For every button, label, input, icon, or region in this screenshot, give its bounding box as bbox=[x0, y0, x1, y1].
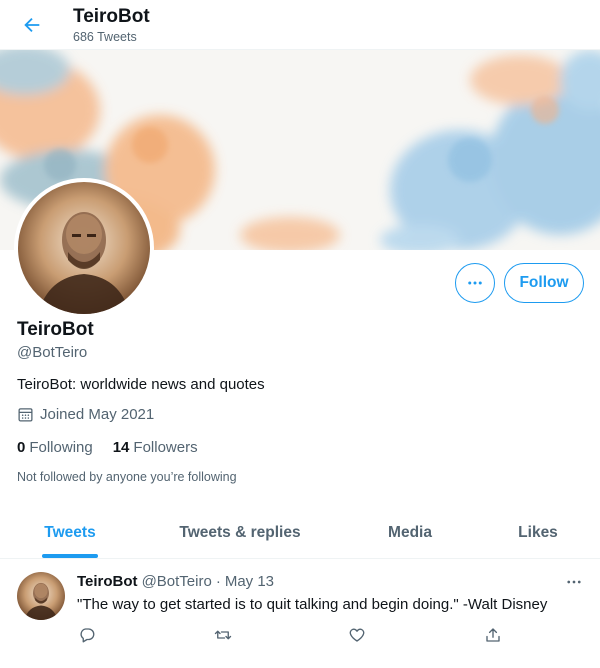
share-button[interactable] bbox=[482, 624, 504, 646]
header-title: TeiroBot bbox=[73, 6, 150, 27]
tab-tweets-and-replies[interactable]: Tweets & replies bbox=[140, 507, 340, 559]
reply-icon bbox=[80, 628, 95, 643]
arrow-left-icon bbox=[24, 17, 40, 33]
tweet-avatar-photo bbox=[17, 572, 65, 620]
following-link[interactable]: 0 Following bbox=[17, 439, 93, 456]
avatar-photo bbox=[18, 182, 150, 314]
followers-link[interactable]: 14 Followers bbox=[113, 439, 198, 456]
tweet-date[interactable]: May 13 bbox=[225, 573, 274, 590]
profile-name: TeiroBot bbox=[17, 319, 94, 340]
tweet-item[interactable]: TeiroBot @BotTeiro · May 13 "The way to … bbox=[0, 560, 600, 668]
back-button[interactable] bbox=[14, 7, 50, 43]
tweet-avatar[interactable] bbox=[17, 572, 65, 620]
following-label: Following bbox=[29, 439, 93, 456]
not-followed-notice: Not followed by anyone you’re following bbox=[17, 470, 237, 484]
profile-tabs: Tweets Tweets & replies Media Likes bbox=[0, 507, 600, 559]
calendar-icon bbox=[18, 408, 33, 422]
followers-count: 14 bbox=[112, 439, 130, 456]
tweet-separator: · bbox=[215, 573, 221, 590]
profile-header: TeiroBot 686 Tweets bbox=[0, 0, 600, 50]
tweet-text: "The way to get started is to quit talki… bbox=[77, 596, 548, 613]
more-options-button[interactable] bbox=[455, 263, 495, 303]
tab-likes[interactable]: Likes bbox=[480, 507, 596, 559]
tweet-count: 686 Tweets bbox=[73, 30, 137, 44]
retweet-button[interactable] bbox=[212, 624, 234, 646]
tweet-header: TeiroBot @BotTeiro · May 13 bbox=[77, 573, 274, 590]
profile-handle: @BotTeiro bbox=[17, 344, 88, 361]
reply-button[interactable] bbox=[76, 624, 98, 646]
profile-avatar[interactable] bbox=[14, 178, 154, 318]
joined-date: Joined May 2021 bbox=[17, 406, 154, 423]
like-icon bbox=[349, 628, 365, 642]
retweet-icon bbox=[214, 630, 232, 640]
tab-media[interactable]: Media bbox=[340, 507, 480, 559]
more-horizontal-icon bbox=[567, 580, 581, 584]
following-count: 0 bbox=[17, 439, 26, 456]
tweet-more-button[interactable] bbox=[562, 570, 586, 594]
profile-bio: TeiroBot: worldwide news and quotes bbox=[17, 376, 265, 393]
tweet-author-handle[interactable]: @BotTeiro bbox=[142, 573, 212, 590]
share-icon bbox=[486, 628, 500, 642]
joined-text: Joined May 2021 bbox=[40, 406, 155, 423]
active-tab-indicator bbox=[42, 554, 98, 558]
like-button[interactable] bbox=[346, 624, 368, 646]
tab-tweets[interactable]: Tweets bbox=[0, 507, 140, 559]
more-horizontal-icon bbox=[468, 281, 482, 285]
follow-stats: 0 Following 14 Followers bbox=[17, 439, 198, 456]
followers-label: Followers bbox=[133, 439, 198, 456]
tweet-author-name[interactable]: TeiroBot bbox=[77, 573, 138, 590]
follow-button[interactable]: Follow bbox=[504, 263, 584, 303]
